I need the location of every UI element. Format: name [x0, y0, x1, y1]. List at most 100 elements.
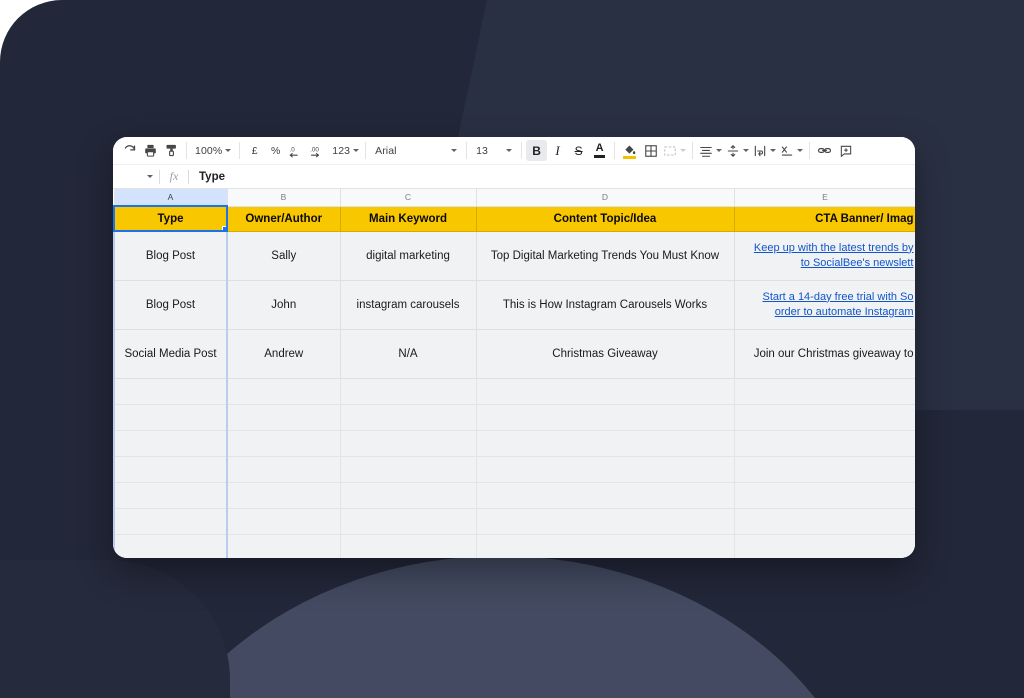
percent-format-button[interactable]: % — [265, 140, 286, 162]
empty-cell[interactable] — [733, 533, 915, 558]
empty-cell[interactable] — [226, 507, 341, 535]
header-cell-keyword[interactable]: Main Keyword — [339, 205, 477, 232]
empty-cell[interactable] — [226, 403, 341, 431]
currency-format-button[interactable]: £ — [244, 140, 265, 162]
empty-cell[interactable] — [339, 403, 477, 431]
cell-type[interactable]: Blog Post — [113, 230, 228, 281]
cell-keyword[interactable]: N/A — [339, 328, 477, 379]
fill-color-swatch — [623, 155, 637, 159]
cell-keyword[interactable]: digital marketing — [339, 230, 477, 281]
empty-cell[interactable] — [113, 377, 228, 405]
name-box[interactable] — [117, 175, 159, 178]
cell-cta[interactable]: Join our Christmas giveaway to — [733, 328, 915, 379]
header-cell-cta[interactable]: CTA Banner/ Imag — [733, 205, 915, 232]
redo-icon[interactable] — [119, 140, 140, 162]
empty-cell[interactable] — [113, 507, 228, 535]
chevron-down-icon — [506, 149, 513, 152]
empty-cell[interactable] — [339, 481, 477, 509]
bold-button[interactable]: B — [526, 140, 548, 161]
toolbar-divider — [239, 142, 241, 159]
borders-icon[interactable] — [640, 140, 661, 162]
empty-cell[interactable] — [226, 533, 341, 558]
cell-owner[interactable]: Sally — [226, 230, 341, 281]
cell-type[interactable]: Social Media Post — [113, 328, 228, 379]
cell-cta[interactable]: Start a 14-day free trial with So order … — [733, 279, 915, 330]
column-header-d[interactable]: D — [475, 189, 735, 207]
empty-cell[interactable] — [113, 403, 228, 431]
empty-cell[interactable] — [733, 507, 915, 535]
column-header-c[interactable]: C — [339, 189, 477, 207]
toolbar: 100% £ % .0 .00 123 Arial 13 B I S A — [113, 137, 915, 165]
cta-link-line-1[interactable]: Keep up with the latest trends by — [741, 241, 914, 256]
empty-cell[interactable] — [226, 481, 341, 509]
toolbar-divider — [692, 142, 694, 159]
empty-cell[interactable] — [226, 377, 341, 405]
empty-cell[interactable] — [113, 429, 228, 457]
horizontal-align-icon[interactable] — [697, 140, 724, 162]
fill-color-icon[interactable] — [619, 140, 640, 162]
insert-comment-icon[interactable] — [835, 140, 856, 162]
text-color-button[interactable]: A — [589, 140, 610, 162]
font-size-selector[interactable]: 13 — [471, 140, 517, 162]
print-icon[interactable] — [140, 140, 161, 162]
empty-cell[interactable] — [226, 455, 341, 483]
empty-cell[interactable] — [475, 533, 735, 558]
empty-cell[interactable] — [113, 455, 228, 483]
empty-cell[interactable] — [475, 403, 735, 431]
empty-cell[interactable] — [226, 429, 341, 457]
zoom-selector[interactable]: 100% — [191, 140, 235, 162]
empty-cell[interactable] — [339, 377, 477, 405]
column-header-a[interactable]: A — [113, 189, 228, 207]
empty-cell[interactable] — [475, 507, 735, 535]
empty-cell[interactable] — [733, 377, 915, 405]
cell-topic[interactable]: This is How Instagram Carousels Works — [475, 279, 735, 330]
empty-cell[interactable] — [475, 455, 735, 483]
empty-cell[interactable] — [113, 481, 228, 509]
empty-cell[interactable] — [339, 533, 477, 558]
cell-type[interactable]: Blog Post — [113, 279, 228, 330]
text-rotation-icon[interactable] — [778, 140, 805, 162]
header-cell-owner[interactable]: Owner/Author — [226, 205, 341, 232]
empty-cell[interactable] — [113, 533, 228, 558]
formula-input[interactable]: Type — [189, 171, 225, 183]
empty-cell[interactable] — [475, 377, 735, 405]
empty-cell[interactable] — [339, 455, 477, 483]
cta-link-line-1[interactable]: Start a 14-day free trial with So — [741, 290, 913, 305]
table-header-row: Type Owner/Author Main Keyword Content T… — [113, 205, 915, 232]
cell-topic[interactable]: Top Digital Marketing Trends You Must Kn… — [475, 230, 735, 281]
cta-link-line-2[interactable]: to SocialBee's newslett — [741, 256, 914, 271]
italic-button[interactable]: I — [547, 140, 568, 162]
empty-cell[interactable] — [339, 507, 477, 535]
empty-cell[interactable] — [475, 429, 735, 457]
spreadsheet-grid[interactable]: A B C D E Type Owner/Author Main Keyword… — [113, 189, 915, 558]
decrease-decimal-button[interactable]: .0 — [286, 140, 307, 162]
cell-owner[interactable]: Andrew — [226, 328, 341, 379]
column-header-e[interactable]: E — [733, 189, 915, 207]
text-wrap-icon[interactable] — [751, 140, 778, 162]
insert-link-icon[interactable] — [814, 140, 835, 162]
empty-cell[interactable] — [733, 403, 915, 431]
empty-cell[interactable] — [475, 481, 735, 509]
column-header-b[interactable]: B — [226, 189, 341, 207]
cta-link-line-2[interactable]: order to automate Instagram — [741, 305, 914, 320]
vertical-align-icon[interactable] — [724, 140, 751, 162]
empty-cell[interactable] — [733, 455, 915, 483]
cell-cta[interactable]: Keep up with the latest trends by to Soc… — [733, 230, 915, 281]
header-cell-topic[interactable]: Content Topic/Idea — [475, 205, 735, 232]
number-format-selector[interactable]: 123 — [330, 140, 361, 162]
toolbar-divider — [466, 142, 468, 159]
font-family-selector[interactable]: Arial — [370, 140, 462, 162]
fx-icon: fx — [169, 169, 179, 183]
empty-cell[interactable] — [733, 429, 915, 457]
strikethrough-button[interactable]: S — [568, 140, 589, 162]
paint-format-icon[interactable] — [161, 140, 182, 162]
header-cell-type[interactable]: Type — [113, 205, 228, 232]
empty-cell[interactable] — [339, 429, 477, 457]
screenshot-stage: 100% £ % .0 .00 123 Arial 13 B I S A fx … — [0, 0, 1024, 698]
increase-decimal-button[interactable]: .00 — [307, 140, 330, 162]
cell-topic[interactable]: Christmas Giveaway — [475, 328, 735, 379]
cell-owner[interactable]: John — [226, 279, 341, 330]
cell-keyword[interactable]: instagram carousels — [339, 279, 477, 330]
merge-cells-icon[interactable] — [661, 140, 688, 162]
empty-cell[interactable] — [733, 481, 915, 509]
